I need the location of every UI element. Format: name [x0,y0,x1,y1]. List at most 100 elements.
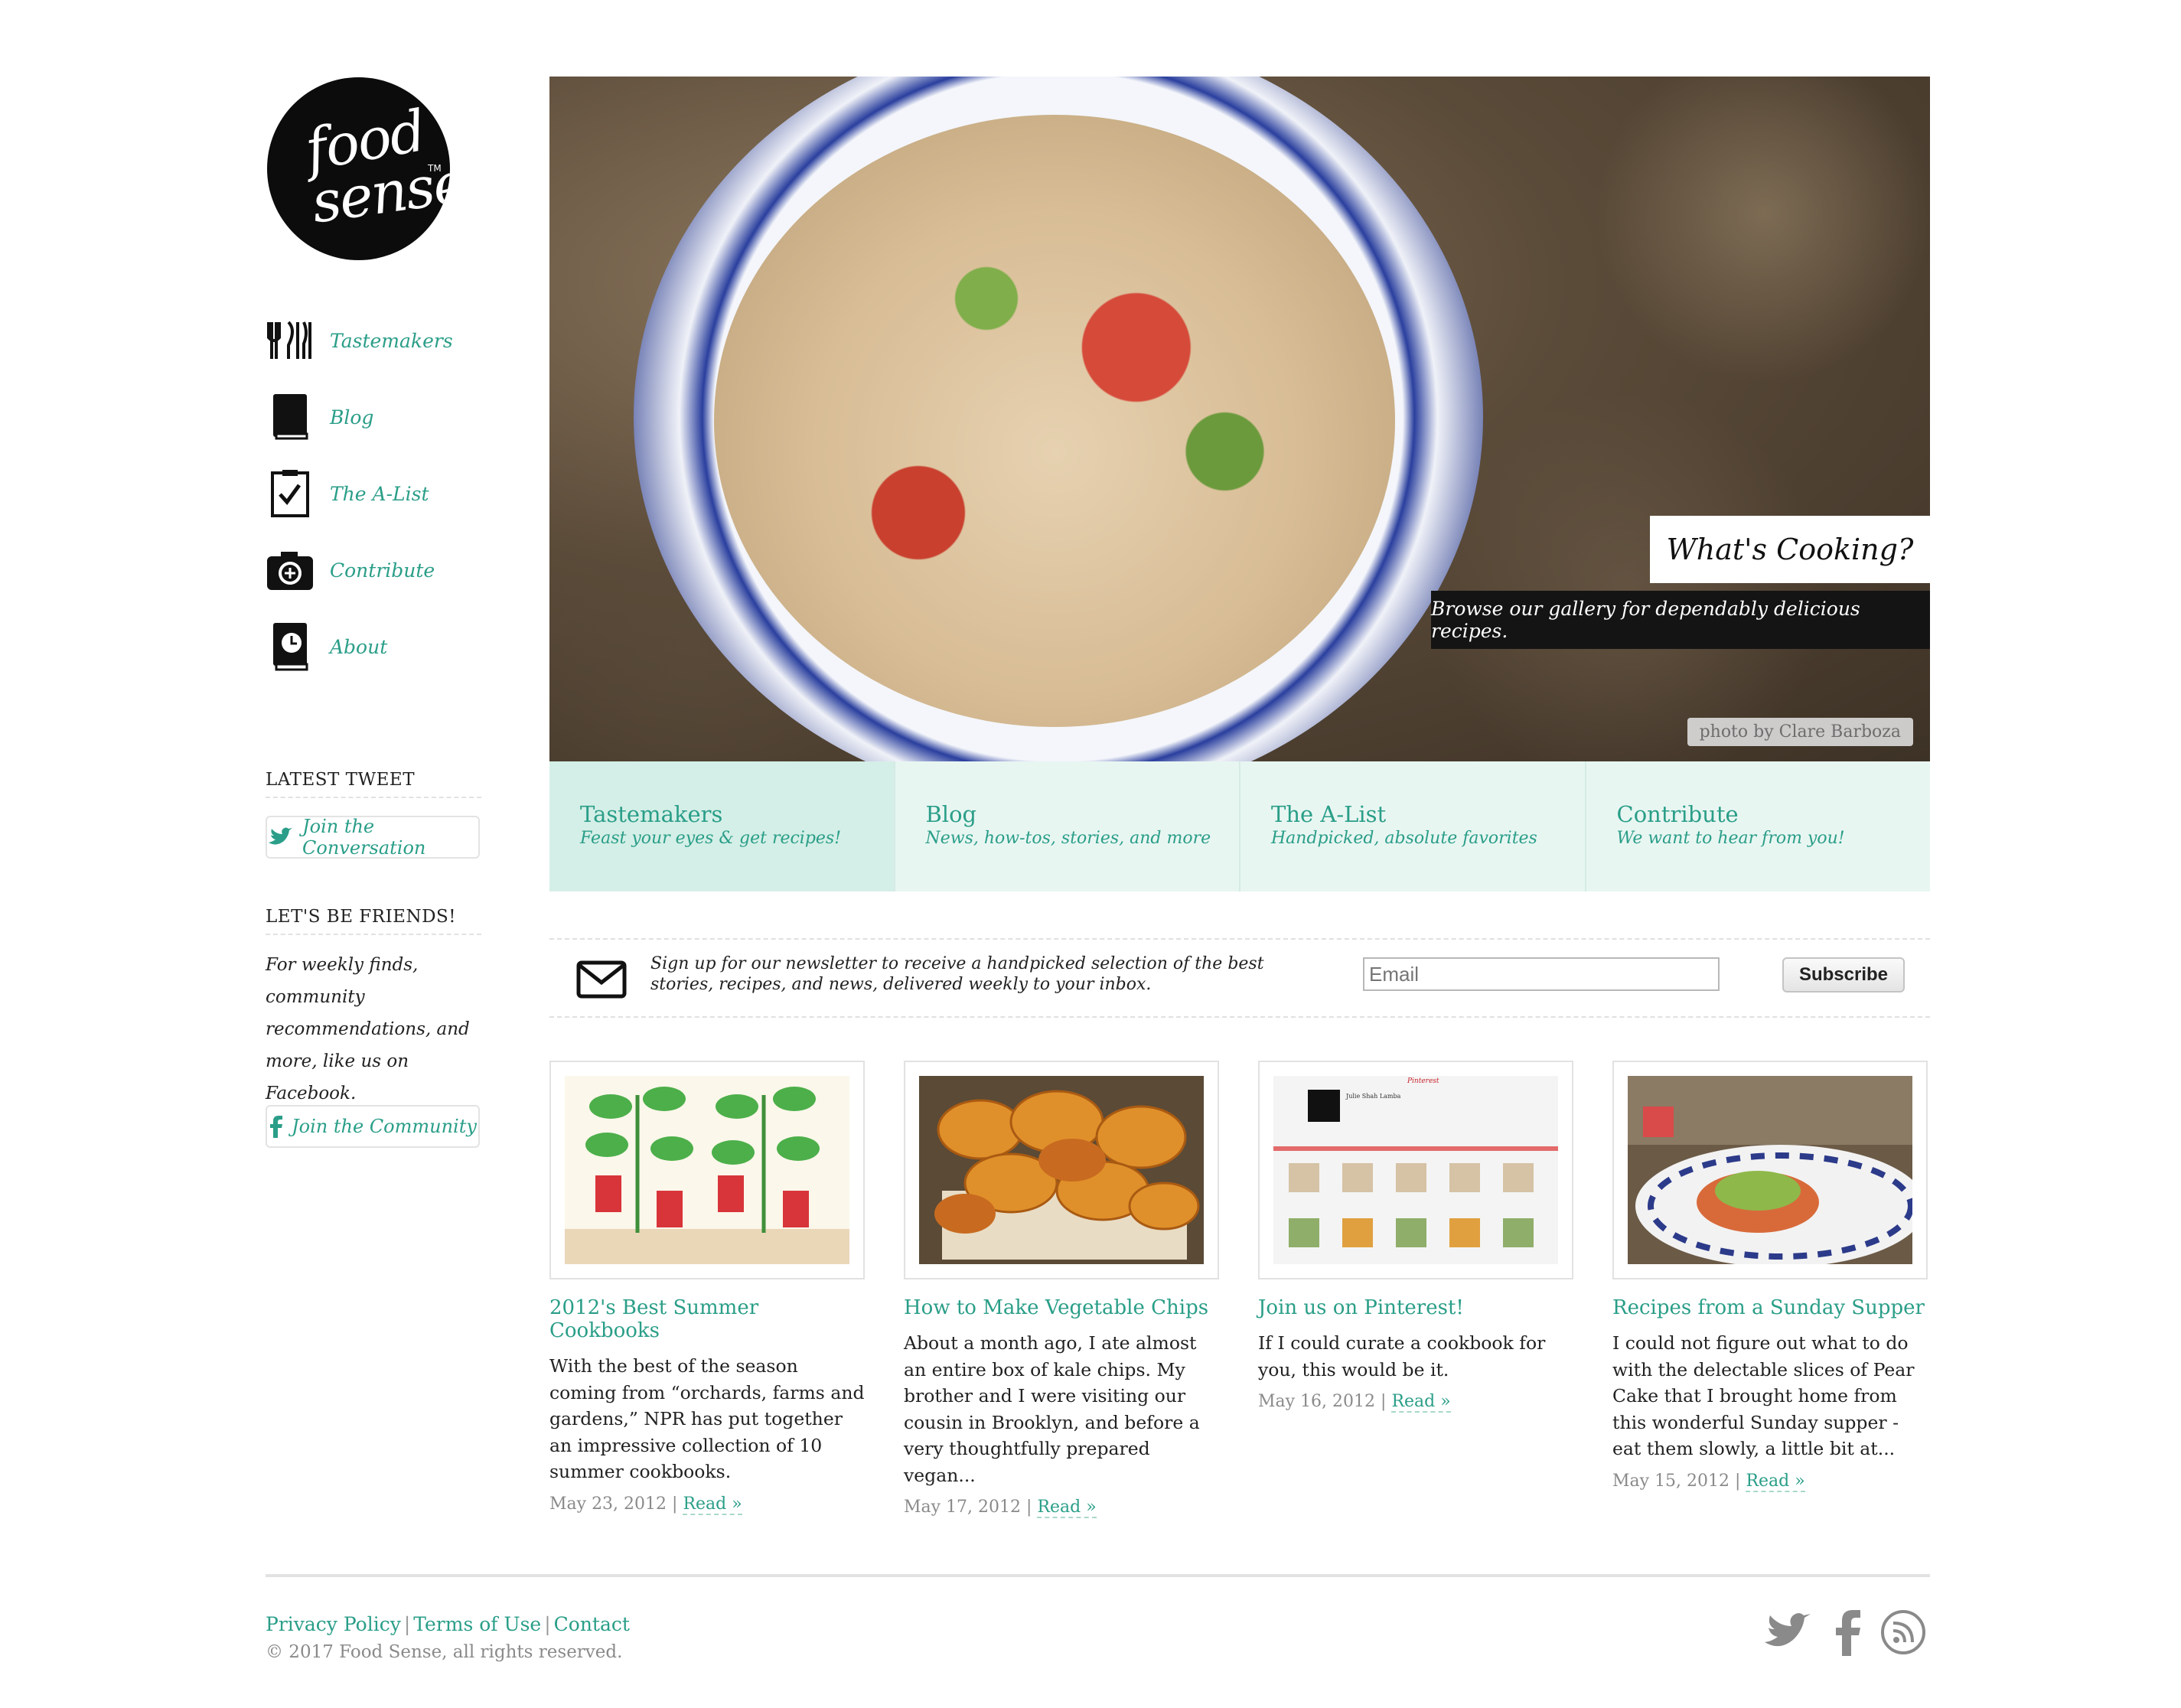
read-more-link[interactable]: Read » [683,1494,742,1515]
tab-subtitle: News, how-tos, stories, and more [925,829,1211,848]
article-date: May 23, 2012 [549,1494,667,1514]
article-thumbnail[interactable] [549,1061,865,1279]
newsletter-text: Sign up for our newsletter to receive a … [650,954,1264,994]
vegetable-chips-photo [919,1076,1204,1264]
meta-separator: | [1735,1471,1741,1491]
food-sense-logo[interactable]: food sense TM [267,77,450,260]
envelope-icon [576,957,627,1002]
sidebar-item-label: Tastemakers [330,329,453,352]
tab-title: Contribute [1616,801,1739,827]
clipboard-check-icon [266,469,315,518]
utensils-icon [266,316,315,365]
lets-be-friends-heading: LET'S BE FRIENDS! [266,907,481,935]
tab-title: Tastemakers [580,801,723,827]
tab-blog[interactable]: Blog News, how-tos, stories, and more [895,761,1240,891]
facebook-icon [1833,1609,1860,1659]
feature-tabs: Tastemakers Feast your eyes & get recipe… [549,761,1930,891]
newsletter-signup: Sign up for our newsletter to receive a … [549,938,1930,1018]
latest-tweet-heading: LATEST TWEET [266,770,481,798]
profile-name: Julie Shah Lamba [1346,1093,1401,1100]
pinterest-screenshot: Pinterest Julie Shah Lamba [1273,1076,1558,1264]
hero-pasta-image [714,115,1395,727]
tab-tastemakers[interactable]: Tastemakers Feast your eyes & get recipe… [549,761,895,891]
article-card: Recipes from a Sunday Supper I could not… [1612,1061,1928,1492]
meta-separator: | [1026,1498,1032,1517]
article-card: How to Make Vegetable Chips About a mont… [904,1061,1219,1518]
sidebar-item-label: The A-List [330,482,429,505]
cookbook-plants-illustration [565,1076,849,1264]
rss-link[interactable] [1876,1607,1930,1661]
join-conversation-label: Join the Conversation [302,816,426,859]
join-community-button[interactable]: Join the Community [266,1105,480,1148]
sidebar-item-label: About [330,635,388,658]
article-excerpt: I could not figure out what to do with t… [1612,1332,1915,1459]
privacy-policy-link[interactable]: Privacy Policy [266,1613,401,1635]
subscribe-button[interactable]: Subscribe [1782,957,1905,993]
article-meta: May 15, 2012 | Read » [1612,1471,1928,1492]
tab-contribute[interactable]: Contribute We want to hear from you! [1586,761,1930,891]
article-title-link[interactable]: 2012's Best Summer Cookbooks [549,1296,865,1342]
friends-text: For weekly finds, community recommendati… [266,955,470,1103]
tab-subtitle: We want to hear from you! [1616,829,1845,848]
terms-of-use-link[interactable]: Terms of Use [413,1613,541,1635]
rss-icon [1880,1609,1926,1658]
email-field[interactable] [1363,957,1720,991]
hero-banner[interactable]: What's Cooking? Browse our gallery for d… [549,77,1930,761]
camera-icon [266,546,315,595]
tab-subtitle: Handpicked, absolute favorites [1271,829,1537,848]
hero-subtitle[interactable]: Browse our gallery for dependably delici… [1431,591,1930,649]
article-card: 2012's Best Summer Cookbooks With the be… [549,1061,865,1515]
tab-subtitle: Feast your eyes & get recipes! [580,829,842,848]
read-more-link[interactable]: Read » [1746,1471,1805,1492]
sidebar-item-about[interactable]: About [266,620,387,673]
meta-separator: | [672,1494,678,1514]
pinterest-logo-text: Pinterest [1407,1077,1439,1085]
article-thumbnail[interactable] [1612,1061,1928,1279]
article-meta: May 23, 2012 | Read » [549,1494,865,1515]
sunday-supper-photo [1628,1076,1912,1264]
contact-link[interactable]: Contact [554,1613,630,1635]
read-more-link[interactable]: Read » [1037,1498,1097,1518]
sidebar-item-label: Contribute [330,559,435,582]
article-excerpt: About a month ago, I ate almost an entir… [904,1332,1200,1486]
article-date: May 16, 2012 [1258,1392,1376,1411]
copyright: © 2017 Food Sense, all rights reserved. [266,1642,623,1662]
meta-separator: | [1381,1392,1387,1411]
twitter-bird-icon [267,827,293,847]
facebook-icon [269,1115,283,1138]
pinterest-nav-bar [1273,1146,1558,1151]
tab-a-list[interactable]: The A-List Handpicked, absolute favorite… [1240,761,1586,891]
tab-title: The A-List [1271,801,1387,827]
article-excerpt: With the best of the season coming from … [549,1355,865,1482]
article-card: Pinterest Julie Shah Lamba Join us on Pi… [1258,1061,1573,1413]
article-thumbnail[interactable]: Pinterest Julie Shah Lamba [1258,1061,1573,1279]
photo-credit: photo by Clare Barboza [1687,718,1913,746]
join-conversation-button[interactable]: Join the Conversation [266,816,480,859]
footer-divider [266,1574,1930,1577]
book-icon [266,393,315,442]
twitter-link[interactable] [1762,1607,1815,1661]
article-title-link[interactable]: Recipes from a Sunday Supper [1612,1296,1928,1319]
facebook-link[interactable] [1820,1607,1873,1661]
article-title-link[interactable]: Join us on Pinterest! [1258,1296,1573,1319]
footer-separator: | [403,1613,411,1635]
footer-links: Privacy Policy | Terms of Use | Contact [266,1613,630,1635]
join-community-label: Join the Community [292,1116,477,1137]
sidebar-item-blog[interactable]: Blog [266,390,373,444]
sidebar-item-a-list[interactable]: The A-List [266,467,429,520]
hero-title[interactable]: What's Cooking? [1650,516,1930,583]
article-date: May 17, 2012 [904,1498,1022,1517]
twitter-icon [1763,1613,1814,1654]
article-date: May 15, 2012 [1612,1471,1730,1491]
sidebar-item-label: Blog [330,406,374,429]
cookbook-icon [266,622,315,671]
read-more-link[interactable]: Read » [1391,1392,1451,1413]
sidebar-item-contribute[interactable]: Contribute [266,543,435,597]
article-meta: May 16, 2012 | Read » [1258,1392,1573,1413]
footer-separator: | [544,1613,551,1635]
logo-trademark: TM [428,163,442,174]
article-meta: May 17, 2012 | Read » [904,1498,1219,1518]
article-title-link[interactable]: How to Make Vegetable Chips [904,1296,1219,1319]
sidebar-item-tastemakers[interactable]: Tastemakers [266,314,453,367]
article-thumbnail[interactable] [904,1061,1219,1279]
